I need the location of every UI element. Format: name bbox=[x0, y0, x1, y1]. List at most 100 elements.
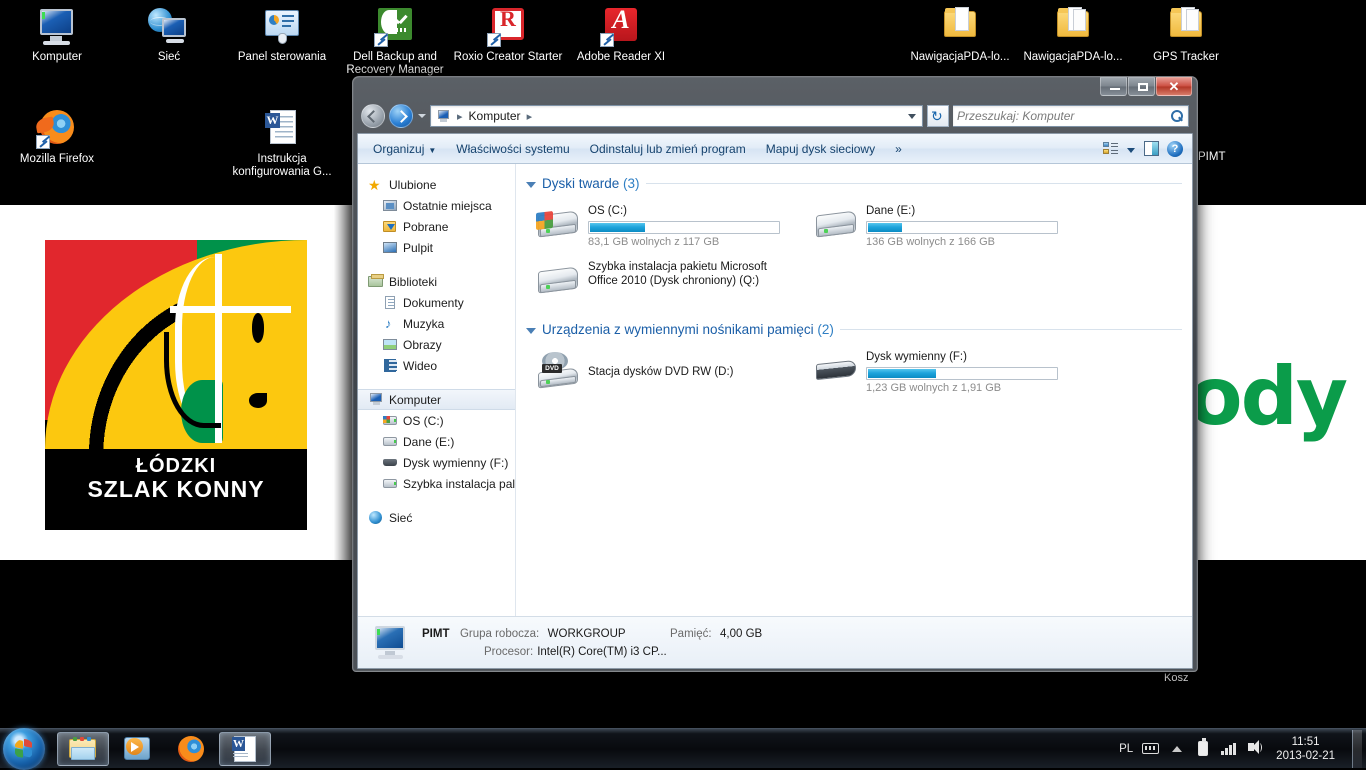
taskbar-item-windows-explorer[interactable] bbox=[57, 731, 109, 766]
change-view-button[interactable] bbox=[1098, 138, 1122, 160]
back-button[interactable] bbox=[361, 104, 385, 128]
word-document-icon: W bbox=[261, 108, 303, 150]
change-view-chevron-icon[interactable] bbox=[1124, 138, 1138, 160]
group-header-dyski-twarde[interactable]: Dyski twarde (3) bbox=[526, 176, 1182, 191]
search-box[interactable]: Przeszukaj: Komputer bbox=[953, 105, 1189, 127]
nav-item-pulpit[interactable]: Pulpit bbox=[358, 237, 515, 258]
taskbar-item-media-player[interactable] bbox=[111, 732, 163, 766]
window-titlebar[interactable]: ✕ bbox=[357, 77, 1193, 99]
desktop-icon-label-pimt: PIMT bbox=[1198, 151, 1226, 163]
preview-pane-button[interactable] bbox=[1140, 138, 1162, 160]
explorer-window[interactable]: ✕ ▸ Komputer ▸ ↻ Przeszukaj: Komputer Or… bbox=[352, 76, 1198, 672]
logo-line2: SZLAK KONNY bbox=[87, 475, 265, 502]
drive-item-dane-e[interactable]: Dane (E:) 136 GB wolnych z 166 GB bbox=[804, 198, 1082, 254]
desktop-icon-label: NawigacjaPDA-lo... bbox=[910, 51, 1010, 63]
group-title: Urządzenia z wymiennymi nośnikami pamięc… bbox=[542, 322, 834, 337]
organize-button[interactable]: Organizuj ▼ bbox=[364, 138, 445, 160]
nav-item-ostatnie-miejsca[interactable]: Ostatnie miejsca bbox=[358, 195, 515, 216]
group-title-text: Dyski twarde bbox=[542, 176, 620, 191]
nav-group-komputer: Komputer OS (C:) Dane (E:) Dysk wymienny… bbox=[358, 389, 515, 494]
desktop-icon-firefox[interactable]: Mozilla Firefox bbox=[2, 108, 112, 166]
recent-pages-chevron-icon[interactable] bbox=[417, 105, 426, 127]
nav-item-muzyka[interactable]: ♪ Muzyka bbox=[358, 313, 515, 334]
folder-icon bbox=[939, 6, 981, 48]
desktop-icon-instrukcja[interactable]: W Instrukcja konfigurowania G... bbox=[227, 108, 337, 179]
panes-container: ★ Ulubione Ostatnie miejsca Pobrane Pulp… bbox=[358, 164, 1192, 616]
breadcrumb-item-komputer[interactable]: Komputer bbox=[469, 109, 521, 123]
clock[interactable]: 11:51 2013-02-21 bbox=[1272, 735, 1339, 763]
media-player-icon bbox=[122, 734, 152, 764]
taskbar-item-firefox[interactable] bbox=[165, 732, 217, 766]
desktop-icon-roxio[interactable]: R Roxio Creator Starter bbox=[453, 6, 563, 64]
nav-label: Komputer bbox=[389, 392, 442, 407]
drive-name: Dysk wymienny (F:) bbox=[866, 351, 967, 363]
drive-item-dysk-wymienny-f[interactable]: Dysk wymienny (F:) 1,23 GB wolnych z 1,9… bbox=[804, 344, 1082, 400]
adobe-reader-icon: A bbox=[600, 5, 642, 48]
nav-item-pobrane[interactable]: Pobrane bbox=[358, 216, 515, 237]
search-input[interactable]: Przeszukaj: Komputer bbox=[957, 109, 1170, 123]
group-title: Dyski twarde (3) bbox=[542, 176, 640, 191]
desktop-icon-dell-backup[interactable]: Dell Backup and Recovery Manager bbox=[340, 6, 450, 77]
drive-item-os-c[interactable]: OS (C:) 83,1 GB wolnych z 117 GB bbox=[526, 198, 804, 254]
nav-item-wideo[interactable]: Wideo bbox=[358, 355, 515, 376]
close-button[interactable]: ✕ bbox=[1156, 77, 1192, 96]
forward-button[interactable] bbox=[389, 104, 413, 128]
clock-time: 11:51 bbox=[1291, 735, 1320, 748]
taskbar-item-word[interactable]: W bbox=[219, 731, 271, 766]
system-properties-button[interactable]: Właściwości systemu bbox=[447, 138, 578, 160]
group-header-urzadzenia-wymienne[interactable]: Urządzenia z wymiennymi nośnikami pamięc… bbox=[526, 322, 1182, 337]
show-desktop-button[interactable] bbox=[1352, 729, 1362, 768]
desktop-icon-komputer[interactable]: Komputer bbox=[2, 6, 112, 64]
nav-label: Obrazy bbox=[403, 337, 442, 352]
workgroup-label: Grupa robocza: bbox=[459, 628, 540, 640]
help-button[interactable]: ? bbox=[1164, 138, 1186, 160]
drive-item-szybka-instalacja-q[interactable]: Szybka instalacja pakietu Microsoft Offi… bbox=[526, 254, 804, 306]
content-pane[interactable]: Dyski twarde (3) OS (C:) 83,1 GB wolnych… bbox=[516, 164, 1192, 616]
hdd-icon bbox=[382, 434, 398, 450]
nav-header-ulubione[interactable]: ★ Ulubione bbox=[358, 174, 515, 195]
command-bar: Organizuj ▼ Właściwości systemu Odinstalu… bbox=[358, 134, 1192, 164]
uninstall-program-button[interactable]: Odinstaluj lub zmień program bbox=[581, 138, 755, 160]
address-bar[interactable]: ▸ Komputer ▸ bbox=[430, 105, 923, 127]
nav-label: Muzyka bbox=[403, 316, 445, 331]
desktop-icon-adobe-reader[interactable]: A Adobe Reader XI bbox=[566, 5, 676, 64]
nav-item-os-c[interactable]: OS (C:) bbox=[358, 410, 515, 431]
desktop-icon-gps-tracker[interactable]: GPS Tracker bbox=[1131, 6, 1241, 64]
desktop-icon-nawigacjapda-2[interactable]: NawigacjaPDA-lo... bbox=[1018, 6, 1128, 64]
nav-item-dysk-wymienny-f[interactable]: Dysk wymienny (F:) bbox=[358, 452, 515, 473]
map-network-drive-button[interactable]: Mapuj dysk sieciowy bbox=[757, 138, 884, 160]
battery-icon[interactable] bbox=[1194, 738, 1211, 757]
desktop-icon-nawigacjapda-1[interactable]: NawigacjaPDA-lo... bbox=[905, 6, 1015, 64]
nav-item-dane-e[interactable]: Dane (E:) bbox=[358, 431, 515, 452]
nav-header-biblioteki[interactable]: Biblioteki bbox=[358, 271, 515, 292]
start-button[interactable] bbox=[3, 727, 45, 770]
keyboard-icon[interactable] bbox=[1142, 740, 1160, 757]
explorer-folder-icon bbox=[68, 734, 98, 764]
nav-item-dokumenty[interactable]: Dokumenty bbox=[358, 292, 515, 313]
minimize-button[interactable] bbox=[1100, 77, 1127, 96]
drive-item-dvd-d[interactable]: DVD Stacja dysków DVD RW (D:) bbox=[526, 344, 804, 400]
dvd-drive-icon: DVD bbox=[536, 350, 580, 390]
network-signal-icon[interactable] bbox=[1220, 740, 1237, 757]
capacity-gauge bbox=[866, 221, 1058, 234]
video-icon bbox=[382, 358, 398, 374]
volume-icon[interactable] bbox=[1246, 740, 1263, 757]
toolbar-overflow-button[interactable]: » bbox=[886, 138, 911, 160]
star-icon: ★ bbox=[368, 176, 381, 193]
nav-header-siec[interactable]: Sieć bbox=[358, 507, 515, 528]
collapse-triangle-icon[interactable] bbox=[526, 181, 536, 188]
show-hidden-icons-chevron-icon[interactable] bbox=[1168, 740, 1185, 757]
nav-item-obrazy[interactable]: Obrazy bbox=[358, 334, 515, 355]
collapse-triangle-icon[interactable] bbox=[526, 327, 536, 334]
desktop-icon-siec[interactable]: Sieć bbox=[114, 6, 224, 64]
workgroup-value: WORKGROUP bbox=[547, 628, 626, 640]
folder-icon bbox=[1165, 6, 1207, 48]
nav-item-szybka-instalacja[interactable]: Szybka instalacja pal bbox=[358, 473, 515, 494]
desktop-icon-panel-sterowania[interactable]: Panel sterowania bbox=[227, 6, 337, 64]
nav-header-komputer[interactable]: Komputer bbox=[358, 389, 515, 410]
language-indicator[interactable]: PL bbox=[1119, 743, 1133, 755]
refresh-button[interactable]: ↻ bbox=[927, 105, 949, 127]
maximize-button[interactable] bbox=[1128, 77, 1155, 96]
navigation-pane[interactable]: ★ Ulubione Ostatnie miejsca Pobrane Pulp… bbox=[358, 164, 516, 616]
taskbar[interactable]: W PL 11:51 2013-02-21 bbox=[0, 727, 1366, 770]
